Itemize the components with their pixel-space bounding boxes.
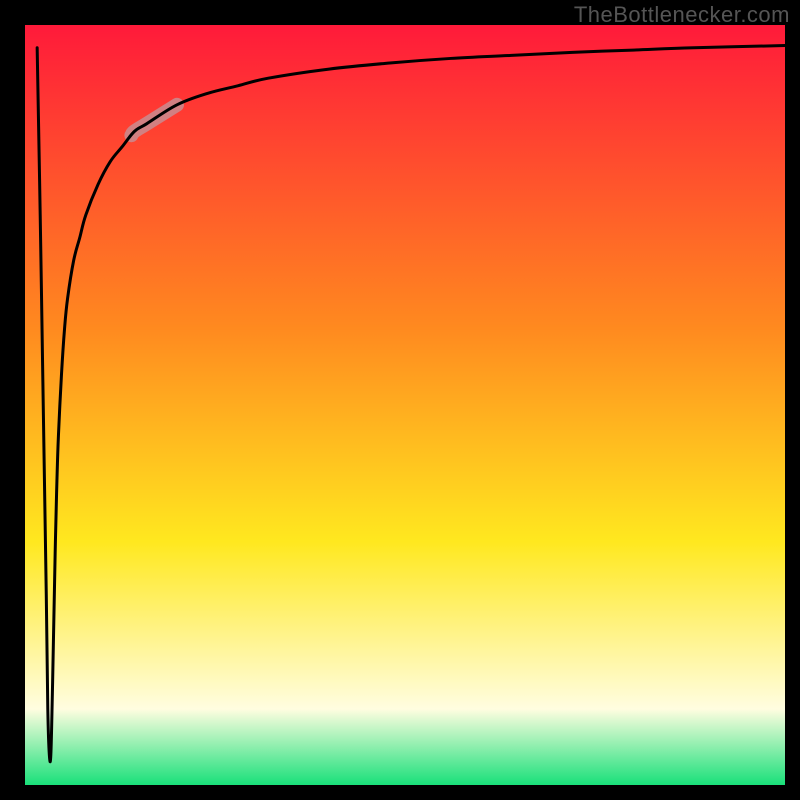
chart-frame: TheBottlenecker.com bbox=[0, 0, 800, 800]
bottleneck-curve-chart bbox=[25, 25, 785, 785]
plot-area bbox=[25, 25, 785, 785]
gradient-background bbox=[25, 25, 785, 785]
